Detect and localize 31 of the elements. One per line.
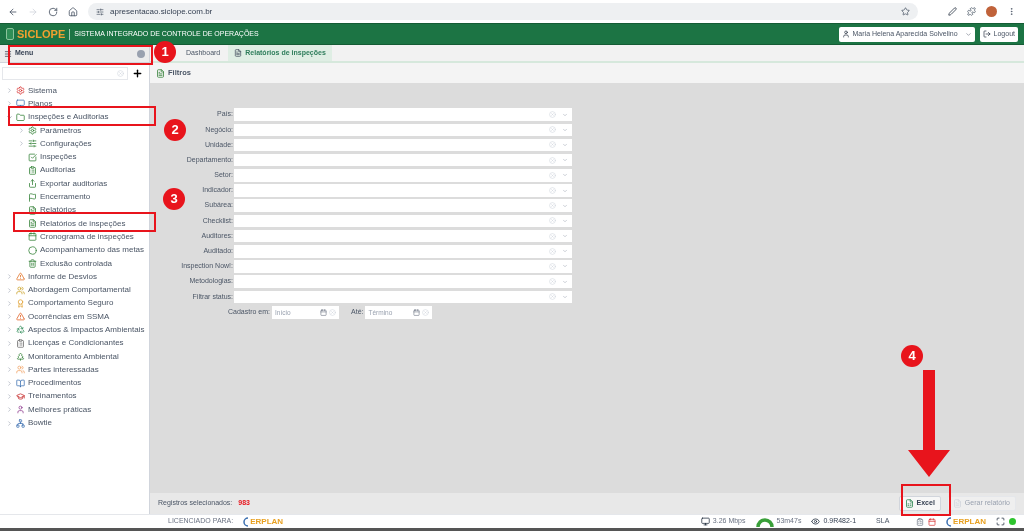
menu-item[interactable]: Comportamento Seguro [28,297,114,310]
menu-item[interactable]: Ocorrências em SSMA [28,310,110,323]
menu-item[interactable]: Exportar auditorias [40,177,108,190]
menu-item[interactable]: Aspectos & Impactos Ambientais [28,324,145,336]
menu-item[interactable]: Relatórios [40,204,76,217]
url-text: apresentacao.siclope.com.br [110,5,214,18]
menu-item[interactable]: Auditorias [40,164,76,177]
menu-item[interactable]: Acompanhamento das metas [40,244,145,257]
menu-item[interactable]: Encerramento [40,191,91,203]
menu-item[interactable]: Configurações [40,137,92,150]
menu-item[interactable]: Sistema [28,84,57,97]
address-bar[interactable]: apresentacao.siclope.com.br [88,3,918,20]
menu-item[interactable]: Cronograma de inspeções [40,230,134,243]
menu-item[interactable]: Parâmetros [40,124,82,137]
menu-item[interactable]: Melhores práticas [28,403,92,416]
menu-item[interactable]: Abordagem Comportamental [28,284,131,297]
menu-item[interactable]: Relatórios de inspeções [40,217,126,230]
erplan-logo: ERPLAN [250,515,284,528]
erplan-logo: ERPLAN [953,515,986,528]
menu-item[interactable]: Bowtie [28,417,52,430]
menu-item[interactable]: Exclusão controlada [40,257,113,270]
menu-item[interactable]: Monitoramento Ambiental [28,350,119,363]
menu-item[interactable]: Partes interessadas [28,363,99,376]
menu-item[interactable]: Licenças e Condicionantes [28,337,124,350]
menu-item[interactable]: Inspeções e Auditorias [28,111,109,124]
menu-item[interactable]: Informe de Desvios [28,270,97,283]
menu-item[interactable]: Procedimentos [28,377,82,390]
menu-item[interactable]: Planos [28,97,53,110]
app-logo: SICLOPE [17,26,66,42]
menu-item[interactable]: Inspeções [40,151,77,164]
menu-item[interactable]: Treinamentos [28,390,77,403]
